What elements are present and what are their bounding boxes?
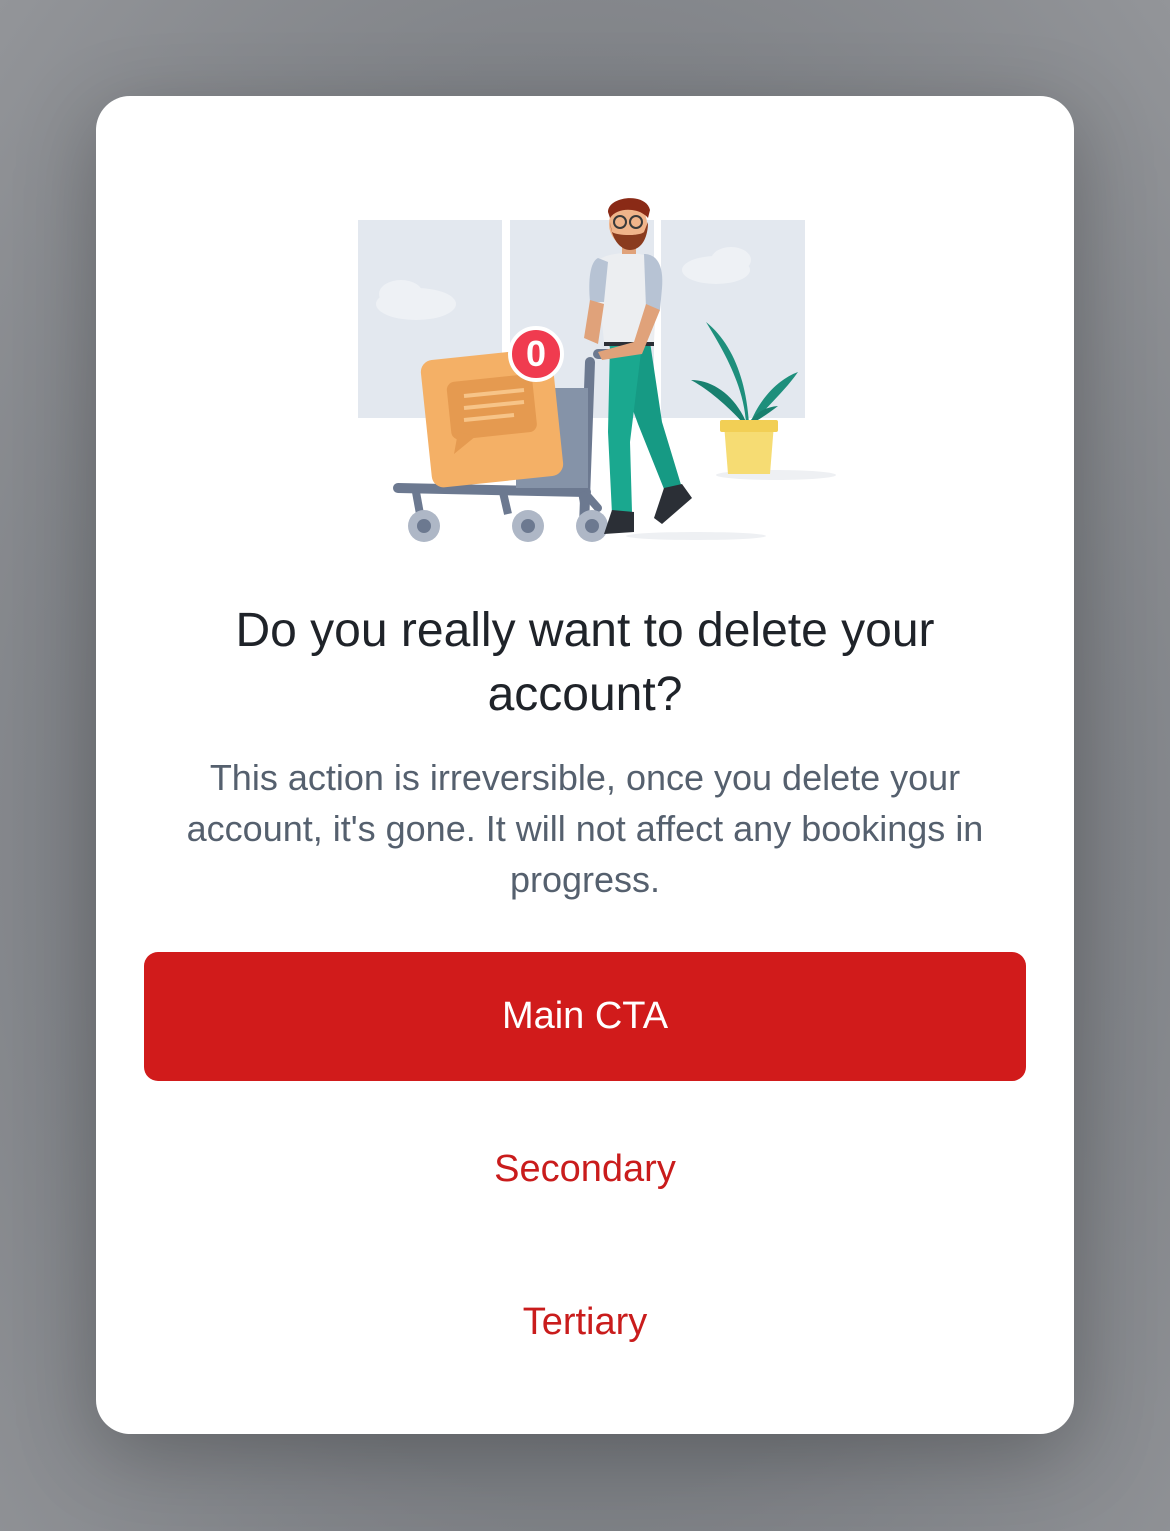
delete-account-dialog: 0 Do you really want to delete your acco…: [96, 96, 1074, 1434]
main-cta-button[interactable]: Main CTA: [144, 952, 1026, 1081]
notification-badge: 0: [508, 326, 564, 382]
tertiary-button[interactable]: Tertiary: [144, 1272, 1026, 1372]
badge-count: 0: [525, 333, 547, 374]
shopping-cart-illustration: [358, 198, 836, 542]
dialog-title: Do you really want to delete your accoun…: [235, 604, 935, 721]
secondary-button[interactable]: Secondary: [144, 1119, 1026, 1219]
dialog-message: This action is irreversible, once you de…: [186, 757, 984, 900]
